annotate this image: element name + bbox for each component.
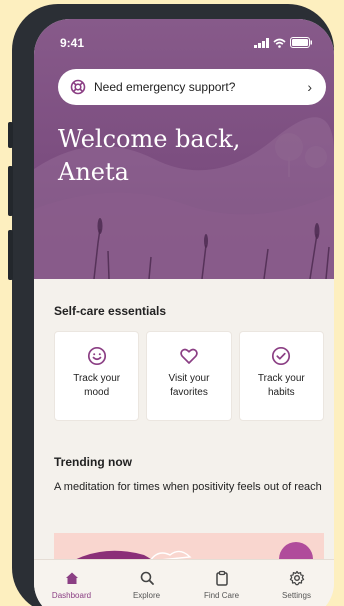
signal-icon [254, 37, 269, 48]
phone-frame: 9:41 Need emergency support? › Welcome b… [8, 4, 334, 606]
chevron-right-icon: › [307, 79, 312, 95]
track-mood-label: Track your mood [73, 373, 121, 398]
self-care-cards: Track your mood Visit your favorites Tra… [54, 331, 324, 421]
hero-header: 9:41 Need emergency support? › Welcome b… [34, 19, 334, 279]
clipboard-icon [215, 570, 228, 586]
mute-switch [8, 122, 13, 148]
nav-label-settings: Settings [282, 591, 311, 600]
visit-favorites-card[interactable]: Visit your favorites [146, 331, 232, 421]
nav-label-find-care: Find Care [203, 591, 240, 600]
emergency-support-label: Need emergency support? [94, 80, 236, 94]
track-mood-card[interactable]: Track your mood [54, 331, 140, 421]
nav-item-settings[interactable]: Settings [265, 570, 329, 606]
smile-icon [87, 346, 106, 366]
heart-icon [180, 348, 198, 364]
bottom-nav: Dashboard Explore Find Care Settings [34, 559, 334, 606]
wifi-icon [273, 38, 286, 48]
app-screen: 9:41 Need emergency support? › Welcome b… [34, 19, 334, 606]
lifebuoy-icon [70, 79, 86, 95]
nav-item-explore[interactable]: Explore [115, 570, 179, 606]
visit-favorites-label: Visit your favorites [168, 373, 210, 398]
search-icon [140, 571, 154, 585]
nav-item-dashboard[interactable]: Dashboard [40, 570, 104, 606]
track-habits-card[interactable]: Track your habits [238, 331, 324, 421]
self-care-title: Self-care essentials [54, 304, 167, 318]
status-icons [254, 37, 312, 48]
check-circle-icon [272, 346, 291, 366]
nav-item-find-care[interactable]: Find Care [190, 570, 254, 606]
trending-subtitle: A meditation for times when positivity f… [54, 481, 322, 493]
emergency-support-button[interactable]: Need emergency support? › [58, 69, 326, 105]
welcome-greeting: Welcome back, [58, 125, 241, 153]
track-habits-label: Track your habits [257, 373, 305, 398]
status-time: 9:41 [60, 36, 85, 50]
volume-up-button [8, 166, 13, 216]
nav-label-explore: Explore [132, 591, 161, 600]
dashboard-content: Self-care essentials Track your mood Vis… [34, 279, 334, 606]
gear-icon [289, 570, 304, 586]
home-icon [65, 572, 78, 584]
volume-down-button [8, 230, 13, 280]
nav-label-dashboard: Dashboard [51, 591, 92, 600]
trending-title: Trending now [54, 455, 132, 469]
welcome-heading: Welcome back, Aneta [58, 123, 298, 189]
welcome-user-name: Aneta [58, 158, 129, 186]
battery-icon [290, 37, 312, 48]
